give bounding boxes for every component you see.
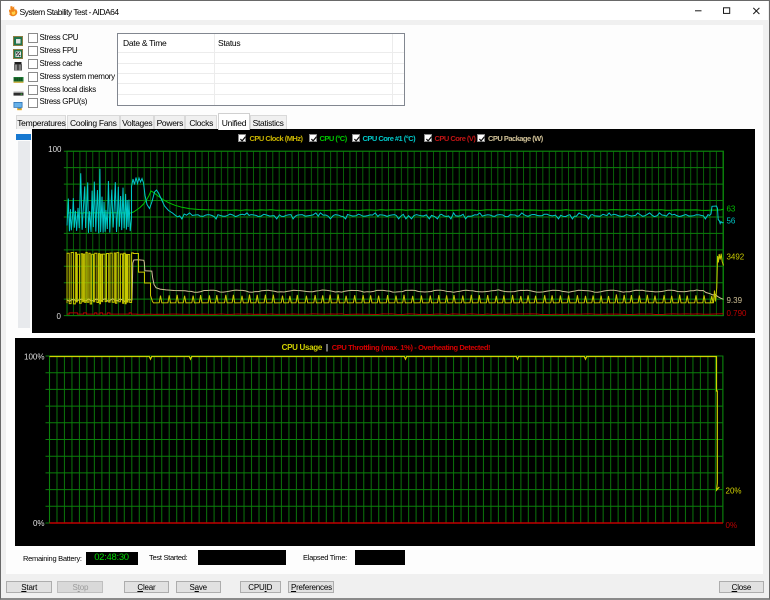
svg-text:0%: 0%	[725, 521, 737, 530]
svg-text:0: 0	[56, 311, 61, 320]
svg-text:9.39: 9.39	[726, 295, 742, 304]
svg-text:63: 63	[726, 204, 735, 213]
svg-text:0.790: 0.790	[726, 309, 747, 318]
svg-text:0%: 0%	[32, 519, 44, 528]
svg-text:56: 56	[726, 216, 735, 225]
svg-text:20%: 20%	[725, 487, 741, 496]
svg-text:100: 100	[48, 144, 62, 153]
svg-text:100%: 100%	[24, 353, 44, 362]
svg-text:3492: 3492	[726, 252, 744, 261]
